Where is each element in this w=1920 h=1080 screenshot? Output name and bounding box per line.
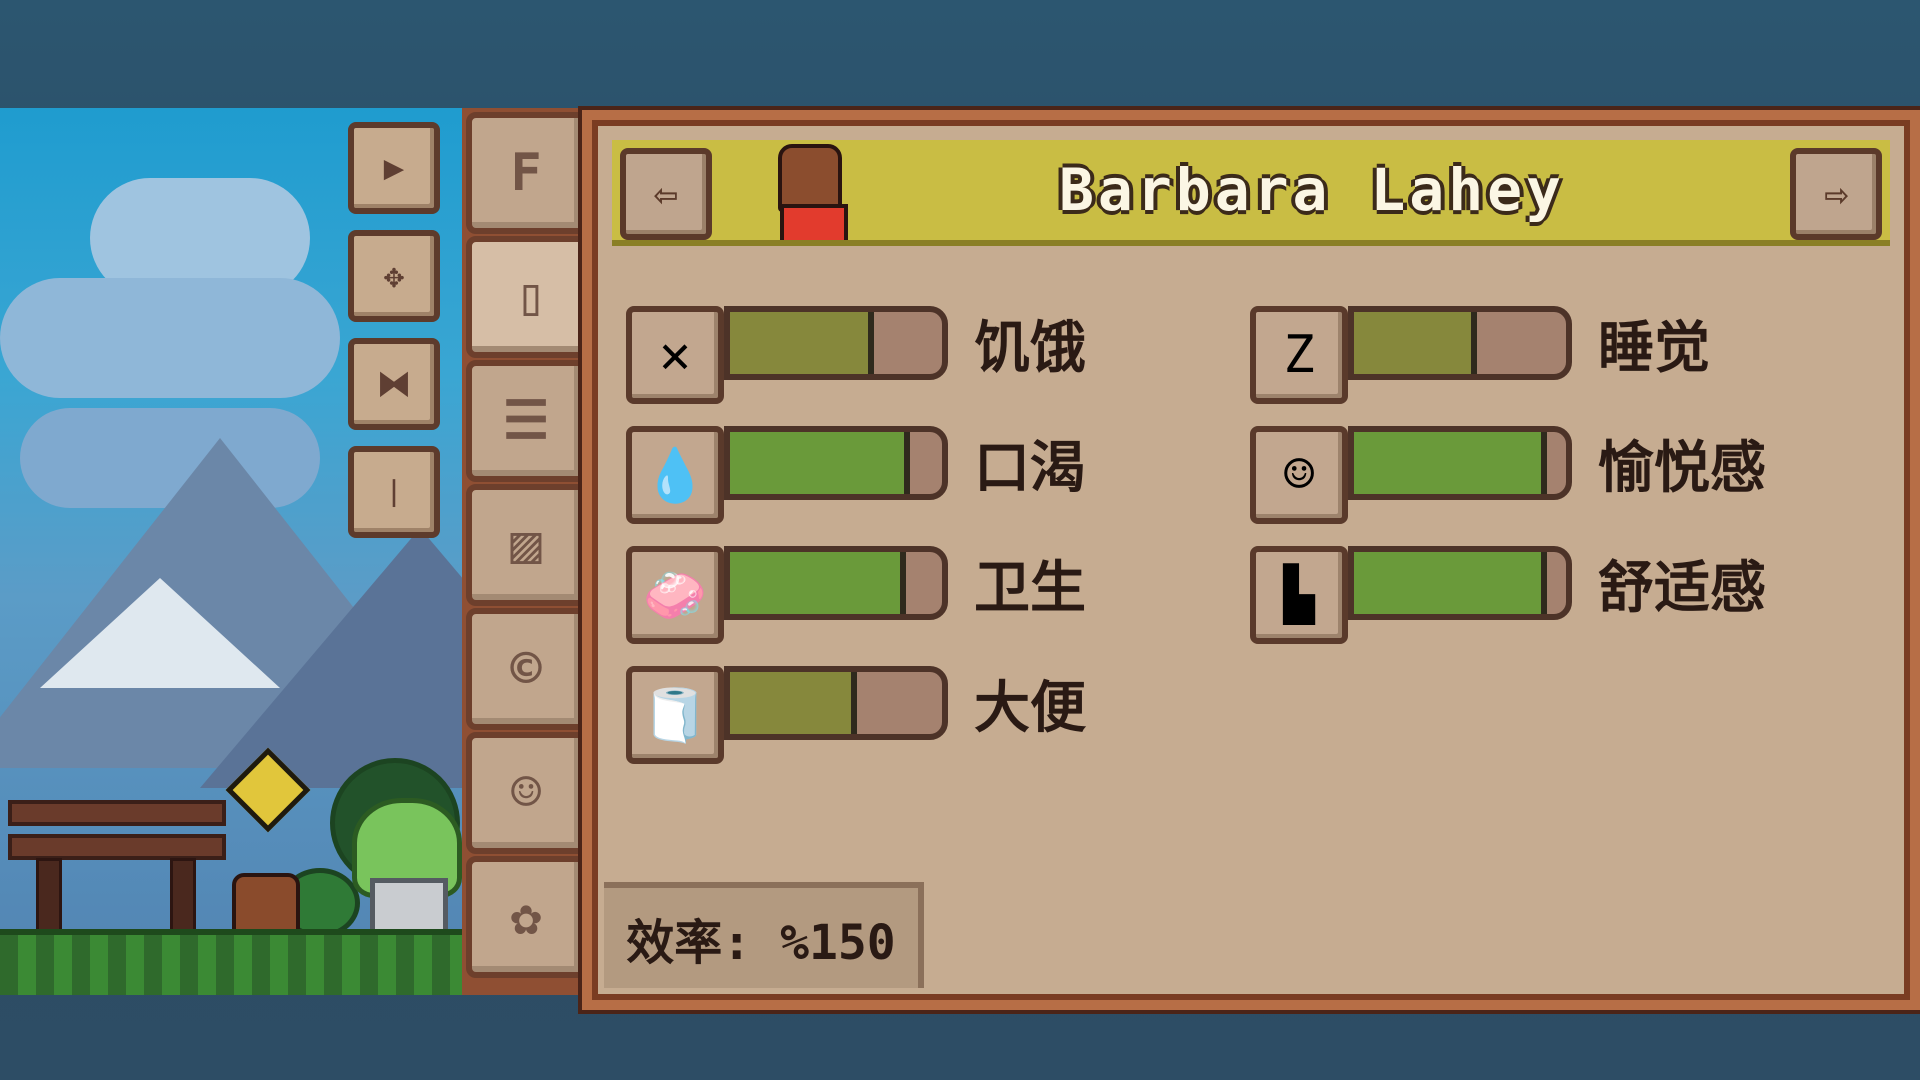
cloud bbox=[0, 278, 340, 398]
needs-panel: ⇦ Barbara Lahey ⇨ ✕ 饥饿 💧 口渴 🧼 卫生 🧻 大便 Z 睡觉 ☺ 愉悦感 ▙ 舒… bbox=[582, 110, 1920, 1010]
need-row: 🧻 大便 bbox=[626, 666, 1186, 770]
portrait-hair bbox=[778, 144, 842, 212]
armchair-icon: ▙ bbox=[1250, 546, 1348, 644]
toilet-paper-icon: 🧻 bbox=[626, 666, 724, 764]
need-row: Z 睡觉 bbox=[1250, 306, 1810, 410]
snow-cap bbox=[40, 578, 280, 688]
add-person-icon: ☺ bbox=[510, 763, 542, 823]
pause-button[interactable]: ❘ bbox=[348, 446, 440, 538]
need-bar-fill bbox=[1354, 432, 1547, 494]
need-bar-fill bbox=[730, 432, 910, 494]
efficiency-readout: 效率: %150 bbox=[604, 882, 924, 988]
cup-icon: ▯ bbox=[515, 267, 547, 327]
need-label: 饥饿 bbox=[974, 315, 1086, 381]
need-bar bbox=[724, 666, 948, 740]
need-bar-fill bbox=[1354, 552, 1547, 614]
need-bar bbox=[724, 306, 948, 380]
game-frame: ▶ ✥ ⧓ ❘ F ▯ ☰ ▨ © ☺ ✿ ⇦ Barbara Lahey ⇨ … bbox=[0, 108, 1920, 1010]
portrait-shirt bbox=[780, 204, 848, 240]
arrow-left-icon: ⇦ bbox=[653, 171, 679, 217]
bench-seat bbox=[8, 834, 226, 860]
need-bar-fill bbox=[730, 672, 857, 734]
bench-leg bbox=[36, 858, 62, 934]
need-label: 睡觉 bbox=[1598, 315, 1710, 381]
need-row: ▙ 舒适感 bbox=[1250, 546, 1810, 650]
bench bbox=[8, 800, 226, 826]
smiley-icon: ☺ bbox=[1250, 426, 1348, 524]
faster-icon: ⧓ bbox=[377, 364, 411, 404]
next-character-button[interactable]: ⇨ bbox=[1790, 148, 1882, 240]
water-drop-icon: 💧 bbox=[626, 426, 724, 524]
tab-add-pet[interactable]: ✿ bbox=[466, 856, 586, 978]
need-label: 口渴 bbox=[974, 435, 1086, 501]
previous-character-button[interactable]: ⇦ bbox=[620, 148, 712, 240]
tab-coin[interactable]: © bbox=[466, 608, 586, 730]
clipboard-icon: ☰ bbox=[502, 391, 550, 451]
coin-icon: © bbox=[510, 639, 542, 699]
need-label: 卫生 bbox=[974, 555, 1086, 621]
play-icon: ▶ bbox=[383, 148, 405, 188]
need-row: 💧 口渴 bbox=[626, 426, 1186, 530]
play-button[interactable]: ▶ bbox=[348, 122, 440, 214]
tab-stripes[interactable]: ▨ bbox=[466, 484, 586, 606]
fast-forward-button[interactable]: ✥ bbox=[348, 230, 440, 322]
need-row: ✕ 饥饿 bbox=[626, 306, 1186, 410]
fast-forward-icon: ✥ bbox=[383, 256, 405, 296]
pause-icon: ❘ bbox=[383, 472, 405, 512]
speed-controls: ▶ ✥ ⧓ ❘ bbox=[348, 122, 440, 554]
panel-tabs: F ▯ ☰ ▨ © ☺ ✿ bbox=[462, 108, 596, 995]
need-row: ☺ 愉悦感 bbox=[1250, 426, 1810, 530]
need-bar bbox=[1348, 546, 1572, 620]
character-name: Barbara Lahey bbox=[1059, 156, 1565, 224]
need-bar bbox=[1348, 426, 1572, 500]
bench-leg bbox=[170, 858, 196, 934]
tab-clipboard[interactable]: ☰ bbox=[466, 360, 586, 482]
need-row: 🧼 卫生 bbox=[626, 546, 1186, 650]
need-bar bbox=[724, 426, 948, 500]
need-bar-fill bbox=[1354, 312, 1477, 374]
stripes-icon: ▨ bbox=[510, 515, 542, 575]
add-pet-icon: ✿ bbox=[510, 887, 542, 947]
need-bar bbox=[1348, 306, 1572, 380]
tab-needs[interactable]: ▯ bbox=[466, 236, 596, 358]
need-bar-fill bbox=[730, 552, 906, 614]
soap-icon: 🧼 bbox=[626, 546, 724, 644]
f-icon: F bbox=[510, 143, 542, 203]
faster-button[interactable]: ⧓ bbox=[348, 338, 440, 430]
need-label: 愉悦感 bbox=[1598, 435, 1766, 501]
character-portrait bbox=[758, 144, 858, 240]
need-label: 大便 bbox=[974, 675, 1086, 741]
sleep-z-icon: Z bbox=[1250, 306, 1348, 404]
character-header: ⇦ Barbara Lahey ⇨ bbox=[612, 140, 1890, 246]
arrow-right-icon: ⇨ bbox=[1823, 171, 1849, 217]
tab-add-person[interactable]: ☺ bbox=[466, 732, 586, 854]
fork-knife-icon: ✕ bbox=[626, 306, 724, 404]
need-bar bbox=[724, 546, 948, 620]
need-label: 舒适感 bbox=[1598, 555, 1766, 621]
tab-f[interactable]: F bbox=[466, 112, 586, 234]
need-bar-fill bbox=[730, 312, 874, 374]
